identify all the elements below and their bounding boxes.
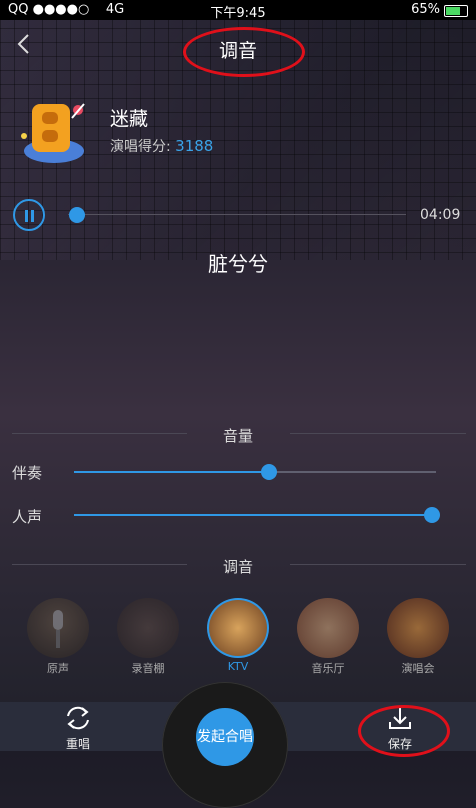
redo-label: 重唱 [65, 737, 90, 751]
playback-duration: 04:09 [420, 207, 461, 223]
vocal-slider-knob[interactable] [424, 507, 441, 523]
divider-right [290, 564, 466, 565]
status-time: 下午9:45 [210, 6, 266, 21]
vocal-label: 人声 [12, 508, 43, 526]
title-annotation-ellipse [183, 27, 305, 77]
vocal-slider-fill [74, 514, 433, 516]
accompaniment-label: 伴奏 [12, 464, 43, 482]
effect-label-original: 原声 [47, 662, 69, 675]
effect-label-ktv: KTV [227, 660, 249, 673]
effect-label-concert: 演唱会 [401, 662, 435, 675]
save-annotation-ellipse [358, 705, 450, 757]
refresh-icon [67, 706, 89, 730]
playback-progress-knob[interactable] [69, 207, 85, 223]
tuning-section-title: 调音 [222, 558, 253, 576]
effect-concert[interactable] [387, 598, 449, 658]
effect-label-concert-hall: 音乐厅 [311, 662, 345, 675]
microphone-icon [53, 610, 63, 648]
song-avatar [14, 96, 92, 166]
pause-button[interactable] [13, 199, 45, 231]
effect-studio[interactable] [117, 598, 179, 658]
effect-label-studio: 录音棚 [131, 662, 165, 675]
playback-progress-track[interactable] [68, 214, 406, 215]
effect-ktv[interactable] [207, 598, 269, 658]
current-lyric: 脏兮兮 [208, 252, 268, 276]
vocal-slider[interactable] [74, 507, 441, 523]
status-bar: QQ ●●●●○ 4G 下午9:45 65% [0, 0, 476, 21]
score-label: 演唱得分: [110, 139, 171, 155]
accompaniment-slider-knob[interactable] [261, 464, 278, 480]
redo-button[interactable]: 重唱 [38, 702, 118, 751]
divider-right [290, 433, 466, 434]
song-name: 迷藏 [110, 108, 149, 130]
volume-section-title: 音量 [222, 427, 253, 445]
score-value: 3188 [175, 137, 214, 155]
song-score: 演唱得分: 3188 [110, 136, 213, 156]
effect-concert-hall[interactable] [297, 598, 359, 658]
accompaniment-slider[interactable] [74, 464, 436, 480]
battery-icon [444, 5, 468, 17]
accompaniment-slider-fill [74, 471, 270, 473]
start-chorus-label: 发起合唱 [197, 729, 253, 745]
battery-percent: 65% [411, 2, 440, 17]
effect-original[interactable] [27, 598, 89, 658]
